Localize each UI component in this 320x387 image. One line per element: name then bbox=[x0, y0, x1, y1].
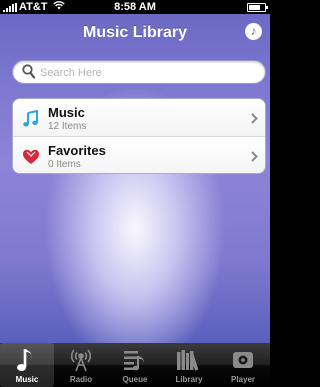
heart-icon bbox=[22, 148, 40, 166]
list-item-count: 12 Items bbox=[48, 121, 87, 132]
tab-label: Radio bbox=[69, 375, 93, 384]
list-item-favorites[interactable]: Favorites 0 Items bbox=[13, 137, 265, 173]
library-list: Music 12 Items Favorites 0 Items bbox=[12, 98, 266, 174]
tab-bar: Music Radio Queue Library Player bbox=[0, 343, 270, 387]
now-playing-button[interactable]: ♪ bbox=[245, 23, 262, 40]
status-time: 8:58 AM bbox=[114, 1, 156, 13]
tab-player[interactable]: Player bbox=[216, 343, 270, 387]
music-note-icon: ♪ bbox=[250, 24, 257, 38]
tab-label: Music bbox=[15, 375, 39, 384]
chevron-right-icon bbox=[251, 149, 258, 167]
list-item-title: Music bbox=[48, 105, 85, 120]
player-icon bbox=[216, 347, 270, 373]
tab-label: Library bbox=[175, 375, 203, 384]
list-item-title: Favorites bbox=[48, 143, 106, 158]
tab-library[interactable]: Library bbox=[162, 343, 216, 387]
radio-tower-icon bbox=[54, 347, 108, 373]
list-item-count: 0 Items bbox=[48, 159, 81, 170]
tab-label: Queue bbox=[122, 375, 148, 384]
queue-icon bbox=[108, 347, 162, 373]
tab-label: Player bbox=[230, 375, 256, 384]
search-input[interactable] bbox=[40, 65, 255, 81]
navigation-bar: Music Library ♪ bbox=[0, 14, 270, 52]
tab-queue[interactable]: Queue bbox=[108, 343, 162, 387]
tab-music[interactable]: Music bbox=[0, 343, 54, 387]
page-title: Music Library bbox=[82, 24, 188, 41]
status-bar: AT&T 8:58 AM bbox=[0, 0, 270, 14]
battery-icon bbox=[247, 3, 268, 12]
music-note-icon bbox=[22, 109, 40, 128]
music-note-icon bbox=[0, 347, 54, 373]
tab-radio[interactable]: Radio bbox=[54, 343, 108, 387]
chevron-right-icon bbox=[251, 111, 258, 129]
list-item-music[interactable]: Music 12 Items bbox=[13, 99, 265, 137]
library-books-icon bbox=[162, 347, 216, 373]
search-bar[interactable] bbox=[12, 60, 266, 84]
search-icon bbox=[22, 64, 36, 84]
main-content: Music Library ♪ Music 12 Items Favorites bbox=[0, 14, 270, 343]
